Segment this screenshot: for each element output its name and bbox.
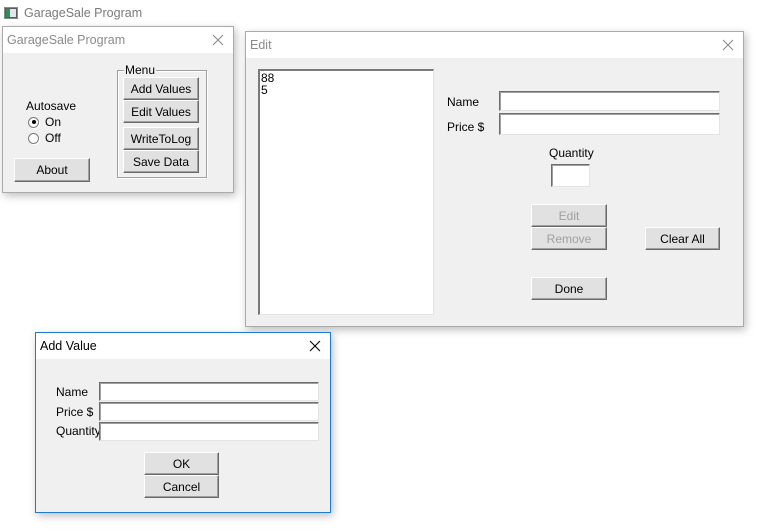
edit-quantity-input[interactable] xyxy=(551,164,590,187)
main-window-title: GarageSale Program xyxy=(7,33,126,47)
about-button[interactable]: About xyxy=(14,158,90,182)
ok-button[interactable]: OK xyxy=(144,452,219,475)
save-data-button[interactable]: Save Data xyxy=(123,150,199,173)
app-title-strip: GarageSale Program xyxy=(0,0,142,26)
cancel-button[interactable]: Cancel xyxy=(144,475,219,498)
radio-checked-icon[interactable] xyxy=(28,116,39,128)
close-icon xyxy=(212,34,224,46)
autosave-on-radio[interactable]: On xyxy=(28,115,61,129)
edit-values-button[interactable]: Edit Values xyxy=(123,100,199,123)
list-item[interactable]: 5 xyxy=(261,84,432,96)
add-price-label: Price $ xyxy=(56,405,94,419)
app-title: GarageSale Program xyxy=(24,6,143,20)
add-name-input[interactable] xyxy=(99,382,319,401)
done-button[interactable]: Done xyxy=(531,277,607,300)
autosave-on-label: On xyxy=(45,115,62,129)
add-name-label: Name xyxy=(56,385,89,399)
add-value-window-title: Add Value xyxy=(40,339,97,353)
items-listbox[interactable]: 88 5 xyxy=(258,69,434,315)
add-quantity-input[interactable] xyxy=(99,422,319,441)
edit-button[interactable]: Edit xyxy=(531,204,607,227)
autosave-label: Autosave xyxy=(26,99,77,113)
add-quantity-label: Quantity xyxy=(56,424,101,438)
edit-window: Edit 88 5 Name Price $ Quantity Edit Rem… xyxy=(245,31,744,327)
radio-unchecked-icon[interactable] xyxy=(28,132,39,144)
edit-price-input[interactable] xyxy=(499,113,720,135)
add-value-window-close-button[interactable] xyxy=(300,334,330,358)
add-value-window: Add Value Name Price $ Quantity OK Cance… xyxy=(35,332,331,513)
edit-window-title: Edit xyxy=(250,38,272,52)
close-icon xyxy=(309,340,321,352)
edit-window-titlebar[interactable]: Edit xyxy=(246,32,743,58)
list-item[interactable]: 88 xyxy=(261,72,432,84)
autosave-off-label: Off xyxy=(45,131,61,145)
clear-all-button[interactable]: Clear All xyxy=(645,227,720,250)
edit-window-close-button[interactable] xyxy=(713,33,743,57)
main-window-close-button[interactable] xyxy=(203,28,233,52)
edit-name-input[interactable] xyxy=(499,91,720,111)
add-price-input[interactable] xyxy=(99,402,319,421)
autosave-off-radio[interactable]: Off xyxy=(28,131,61,145)
add-values-button[interactable]: Add Values xyxy=(123,77,199,100)
edit-price-label: Price $ xyxy=(447,120,485,134)
add-value-window-titlebar[interactable]: Add Value xyxy=(36,333,330,359)
close-icon xyxy=(722,39,734,51)
main-window-titlebar[interactable]: GarageSale Program xyxy=(3,27,233,53)
remove-button[interactable]: Remove xyxy=(531,227,607,250)
edit-quantity-label: Quantity xyxy=(549,146,594,160)
app-window-icon xyxy=(4,7,18,19)
write-to-log-button[interactable]: WriteToLog xyxy=(123,127,199,150)
main-window: GarageSale Program Autosave On Off About… xyxy=(2,26,234,193)
menu-legend: Menu xyxy=(124,63,157,77)
edit-name-label: Name xyxy=(447,95,480,109)
